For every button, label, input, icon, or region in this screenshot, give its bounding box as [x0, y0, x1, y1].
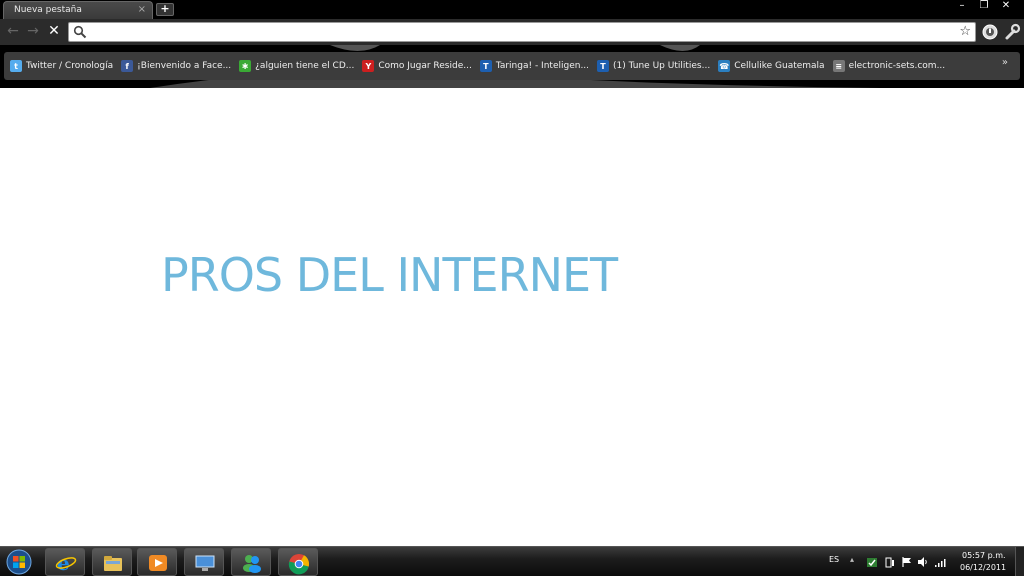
bookmarks-strip: t Twitter / Cronología f ¡Bienvenido a F…	[4, 52, 1020, 80]
network-signal-icon[interactable]	[934, 556, 946, 568]
tab-title: Nueva pestaña	[14, 5, 82, 15]
show-desktop-button[interactable]	[1015, 547, 1024, 576]
bookmark-label: Como Jugar Reside...	[378, 61, 472, 71]
bookmark-youtube[interactable]: Y Como Jugar Reside...	[362, 56, 472, 76]
taskbar-app-explorer[interactable]	[92, 548, 132, 576]
bookmark-star-icon[interactable]: ☆	[959, 25, 971, 39]
bookmark-alguien[interactable]: ✱ ¿alguien tiene el CD...	[239, 56, 354, 76]
bookmark-facebook[interactable]: f ¡Bienvenido a Face...	[121, 56, 231, 76]
media-player-icon	[149, 555, 167, 571]
bookmark-label: ¡Bienvenido a Face...	[137, 61, 232, 71]
desktop-screen: Nueva pestaña × + – ❐ ✕ ← → ✕ ☆ t Twitte…	[0, 0, 1024, 576]
volume-icon[interactable]	[917, 556, 929, 568]
extension-icon[interactable]	[981, 23, 999, 41]
language-indicator[interactable]: ES	[829, 555, 839, 564]
facebook-icon: f	[121, 60, 134, 72]
forward-button[interactable]: →	[25, 23, 41, 39]
start-button[interactable]	[4, 548, 34, 576]
phone-icon: ☎	[718, 60, 731, 72]
file-explorer-icon	[104, 556, 122, 571]
system-tray: ES ▴ 05:57 p.m. 06/12/2011	[824, 547, 1024, 576]
bookmark-label: (1) Tune Up Utilities...	[613, 61, 711, 71]
stop-button[interactable]: ✕	[46, 23, 62, 39]
bookmarks-bar: t Twitter / Cronología f ¡Bienvenido a F…	[0, 45, 1024, 88]
flag-icon[interactable]	[901, 556, 913, 568]
page-title: PROS DEL INTERNET	[161, 248, 618, 302]
new-tab-button[interactable]: +	[156, 3, 174, 16]
wrench-icon[interactable]	[1003, 23, 1021, 41]
remote-desktop-icon	[195, 555, 215, 571]
bookmark-label: Cellulike Guatemala	[734, 61, 825, 71]
bookmark-tuneup[interactable]: T (1) Tune Up Utilities...	[597, 56, 710, 76]
bookmark-electronic-sets[interactable]: ≡ electronic-sets.com...	[832, 56, 946, 76]
clock-date[interactable]: 06/12/2011	[960, 563, 1006, 572]
page-icon: ≡	[832, 60, 845, 72]
back-button[interactable]: ←	[5, 23, 21, 39]
taskbar-app-remote-desktop[interactable]	[184, 548, 224, 576]
window-controls: – ❐ ✕	[952, 0, 1016, 13]
search-icon	[73, 25, 87, 39]
bookmark-twitter[interactable]: t Twitter / Cronología	[10, 56, 113, 76]
bookmark-taringa[interactable]: T Taringa! - Inteligen...	[479, 56, 590, 76]
tab-nueva-pestana[interactable]: Nueva pestaña ×	[3, 1, 153, 19]
star-icon: ✱	[239, 60, 252, 72]
taskbar-app-ie[interactable]: e	[45, 548, 85, 576]
bookmark-label: Taringa! - Inteligen...	[495, 61, 590, 71]
browser-toolbar: ← → ✕ ☆	[0, 19, 1024, 45]
taskbar: e ES ▴ 05:57 p.m. 06/12/2011	[0, 546, 1024, 576]
bookmark-label: Twitter / Cronología	[26, 61, 114, 71]
taringa-icon: T	[597, 60, 610, 72]
tab-close-icon[interactable]: ×	[138, 2, 146, 18]
youtube-icon: Y	[362, 60, 375, 72]
tab-strip: Nueva pestaña × + – ❐ ✕	[0, 0, 1024, 19]
chrome-icon	[288, 554, 310, 575]
bookmark-label: ¿alguien tiene el CD...	[255, 61, 355, 71]
bookmarks-overflow-button[interactable]: »	[1002, 57, 1008, 68]
taskbar-app-messenger[interactable]	[231, 548, 271, 576]
close-window-button[interactable]: ✕	[996, 0, 1016, 13]
minimize-button[interactable]: –	[952, 0, 972, 13]
omnibox[interactable]: ☆	[68, 22, 976, 42]
twitter-icon: t	[10, 60, 22, 72]
bookmark-cellulike[interactable]: ☎ Cellulike Guatemala	[718, 56, 825, 76]
page-content: PROS DEL INTERNET	[0, 88, 1024, 546]
bookmark-label: electronic-sets.com...	[848, 61, 946, 71]
taringa-icon: T	[479, 60, 492, 72]
taskbar-app-chrome[interactable]	[278, 548, 318, 576]
messenger-icon	[243, 555, 261, 573]
taskbar-app-media-player[interactable]	[137, 548, 177, 576]
security-check-icon[interactable]	[866, 556, 878, 568]
show-hidden-icons-button[interactable]: ▴	[850, 555, 854, 564]
power-icon[interactable]	[884, 556, 896, 568]
clock-time[interactable]: 05:57 p.m.	[962, 551, 1006, 560]
restore-button[interactable]: ❐	[974, 0, 994, 13]
address-input[interactable]	[91, 24, 951, 40]
internet-explorer-icon: e	[55, 553, 77, 573]
